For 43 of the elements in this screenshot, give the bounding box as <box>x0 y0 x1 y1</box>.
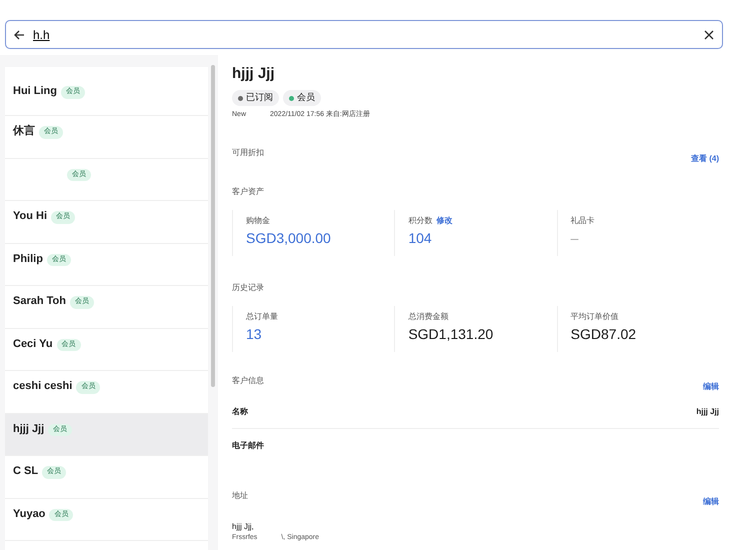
scrollbar[interactable] <box>211 65 215 387</box>
close-icon[interactable] <box>704 30 714 40</box>
section-title: 地址 <box>232 490 248 502</box>
customer-name: You Hi <box>13 210 48 222</box>
customer-name: Hui Ling <box>13 85 57 97</box>
customer-name: Philip <box>13 252 43 264</box>
section-title: 客户信息 <box>232 374 264 386</box>
tag-label: 会员 <box>297 91 315 104</box>
tag-label: 已订阅 <box>246 91 273 104</box>
customer-name: Ceci Yu <box>13 338 53 350</box>
address-name: hjjj Jjj, <box>232 520 255 532</box>
customer-name: ceshi ceshi <box>13 380 72 392</box>
customer-name: 休言 <box>13 125 35 137</box>
edit-link[interactable]: 编辑 <box>703 380 719 392</box>
stat-label: 礼品卡 <box>570 216 595 224</box>
section-title: 可用折扣 <box>232 146 264 158</box>
back-arrow-icon[interactable] <box>14 30 25 40</box>
stat-value: 13 <box>246 325 263 344</box>
view-link[interactable]: 查看 (4) <box>691 152 719 164</box>
stat-value: 104 <box>408 229 433 248</box>
field-label: 电子邮件 <box>232 440 264 452</box>
field-label: 名称 <box>232 406 248 418</box>
search-field[interactable]: h.h <box>25 26 704 44</box>
stat-label: 总消费金额 <box>408 312 448 320</box>
field-value: hjjj Jjj <box>696 406 719 418</box>
edit-link[interactable]: 修改 <box>436 216 452 224</box>
stat-value: SGD87.02 <box>570 325 638 344</box>
stat-label: 总订单量 <box>246 312 278 320</box>
customer-name: Yuyao <box>13 508 46 520</box>
edit-link[interactable]: 编辑 <box>703 496 719 508</box>
search-bar[interactable]: h.h <box>5 20 723 49</box>
section-title: 历史记录 <box>232 282 264 294</box>
customer-name: C SL <box>13 465 38 477</box>
stat-value: – <box>570 229 580 248</box>
section-title: 客户资产 <box>232 186 264 198</box>
stat-label: 平均订单价值 <box>570 312 619 320</box>
stat-value: SGD3,000.00 <box>246 229 332 248</box>
stat-label: 购物金 <box>246 216 270 224</box>
stat-value: SGD1,131.20 <box>408 325 494 344</box>
customer-name: hjjj Jjj <box>13 422 44 434</box>
customer-name: Sarah Toh <box>13 295 66 307</box>
customer-name: hjjj Jjj <box>232 64 276 84</box>
stat-label: 积分数 <box>408 216 432 224</box>
